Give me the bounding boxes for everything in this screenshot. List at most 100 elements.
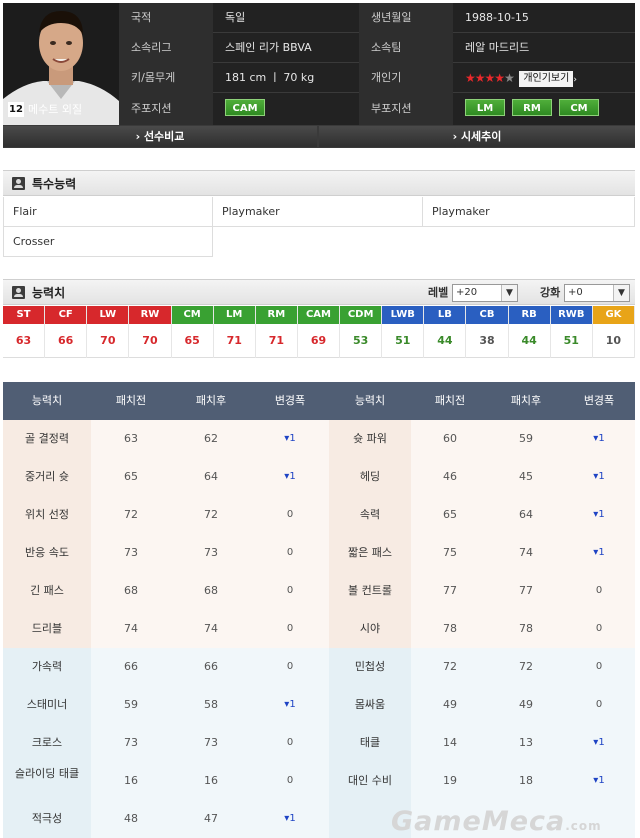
trait-cell: Flair (3, 197, 213, 227)
stat-before: 66 (124, 660, 138, 673)
stat-name: 짧은 패스 (329, 534, 411, 572)
position-value: 44 (437, 334, 453, 347)
position-badge: LM (465, 99, 505, 116)
stat-after: 59 (519, 432, 533, 445)
stat-after: 62 (204, 432, 218, 445)
nationality-label: 국적 (119, 3, 213, 33)
star-filled-icon: ★ (465, 71, 476, 85)
position-cell: CM 65 (171, 306, 214, 358)
position-badge: RM (512, 99, 552, 116)
position-name: GK (592, 306, 634, 324)
column-header: 변경폭 (274, 394, 306, 407)
stat-after: 45 (519, 470, 533, 483)
stat-change: ▾1 (593, 433, 605, 444)
position-name: CB (466, 306, 508, 324)
skill-label: 개인기 (359, 63, 453, 93)
column-header: 패치전 (434, 394, 466, 407)
stat-change: ▾1 (284, 471, 296, 482)
special-abilities-title: 특수능력 (32, 177, 77, 191)
player-icon (12, 177, 25, 190)
chevron-down-icon: ▼ (613, 285, 629, 301)
compare-players-button[interactable]: › 선수비교 (3, 126, 317, 147)
height-weight-label: 키/몸무게 (119, 63, 213, 93)
level-select[interactable]: +20 ▼ (452, 284, 518, 302)
sub-positions: LM RM CM (453, 93, 635, 125)
table-row: 크로스 73 73 0 태클 14 13 ▾1 (3, 724, 635, 762)
league-value: 스페인 리가 BBVA (225, 41, 312, 54)
position-name: CM (171, 306, 213, 324)
stat-name: 적극성 (3, 800, 91, 838)
trait-cell: Playmaker (423, 197, 635, 227)
stat-change: ▾1 (593, 737, 605, 748)
league-label: 소속리그 (119, 33, 213, 63)
watermark-suffix: .com (565, 819, 602, 833)
position-cell: CAM 69 (297, 306, 341, 358)
table-row: 중거리 슛 65 64 ▾1 헤딩 46 45 ▾1 (3, 458, 635, 496)
stat-after: 58 (204, 698, 218, 711)
stat-before: 48 (124, 812, 138, 825)
info-row: 주포지션 CAM 부포지션 LM RM CM (119, 93, 635, 125)
position-cell: LWB 51 (382, 306, 425, 358)
stat-before: 78 (443, 622, 457, 635)
trait-cell: Crosser (3, 227, 213, 257)
enhance-value: +0 (568, 287, 583, 298)
column-header: 능력치 (31, 394, 63, 407)
position-name: CAM (297, 306, 340, 324)
special-abilities-grid: Flair Playmaker Playmaker Crosser (3, 197, 635, 258)
stat-name: 볼 컨트롤 (329, 572, 411, 610)
column-header: 능력치 (354, 394, 386, 407)
star-filled-icon: ★ (484, 71, 496, 85)
position-name: RM (255, 306, 297, 324)
position-cell: RB 44 (508, 306, 551, 358)
position-cell: RWB 51 (550, 306, 593, 358)
view-skills-button[interactable]: 개인기보기 (519, 71, 574, 87)
position-name: LB (424, 306, 466, 324)
table-row: 스태미너 59 58 ▾1 몸싸움 49 49 0 (3, 686, 635, 724)
stat-change: ▾1 (593, 547, 605, 558)
stat-name: 슬라이딩 태클 (3, 762, 91, 800)
stat-after: 72 (204, 508, 218, 521)
stat-after: 64 (519, 508, 533, 521)
enhance-select[interactable]: +0 ▼ (564, 284, 630, 302)
price-trend-button[interactable]: › 시세추이 (319, 126, 635, 147)
stat-name: 반응 속도 (3, 534, 91, 572)
position-value: 38 (479, 334, 495, 347)
column-header: 패치전 (115, 394, 147, 407)
stat-name: 긴 패스 (3, 572, 91, 610)
info-table: 국적 독일 생년월일 1988-10-15 소속리그 스페인 리가 BBVA 소… (119, 3, 635, 125)
team-value: 레알 마드리드 (465, 41, 530, 54)
position-value: 10 (605, 334, 622, 347)
stat-name: 대인 수비 (329, 762, 411, 800)
table-row: 긴 패스 68 68 0 볼 컨트롤 77 77 0 (3, 572, 635, 610)
position-name: RWB (550, 306, 592, 324)
watermark-text: GameMeca (391, 806, 566, 837)
table-row: 드리블 74 74 0 시야 78 78 0 (3, 610, 635, 648)
position-cell: CB 38 (466, 306, 509, 358)
stat-before: 68 (124, 584, 138, 597)
stat-change: 0 (286, 737, 294, 748)
stat-before: 75 (443, 546, 457, 559)
position-cell: RW 70 (129, 306, 172, 358)
position-name: RB (508, 306, 550, 324)
skill-stars: ★★★★★ (465, 71, 515, 85)
star-filled-icon: ★ (494, 71, 505, 85)
player-name: 메수트 외질 (28, 103, 83, 116)
stat-before: 19 (443, 774, 457, 787)
column-header: 패치후 (195, 394, 227, 407)
watermark: GameMeca.com (391, 806, 602, 837)
sub-position-label: 부포지션 (359, 93, 453, 125)
position-cell: LM 71 (213, 306, 256, 358)
stat-after: 68 (204, 584, 218, 597)
ability-title: 능력치 (32, 286, 66, 300)
level-value: +20 (456, 287, 478, 298)
info-row: 소속리그 스페인 리가 BBVA 소속팀 레알 마드리드 (119, 33, 635, 63)
position-cell: ST 63 (3, 306, 46, 358)
stat-before: 46 (443, 470, 457, 483)
stat-name: 태클 (329, 724, 411, 762)
stat-before: 16 (124, 774, 138, 787)
stat-change: ▾1 (593, 509, 605, 520)
position-badge: CAM (225, 99, 265, 116)
stat-name: 민첩성 (329, 648, 411, 686)
position-cell: GK 10 (592, 306, 635, 358)
stat-before: 72 (443, 660, 457, 673)
